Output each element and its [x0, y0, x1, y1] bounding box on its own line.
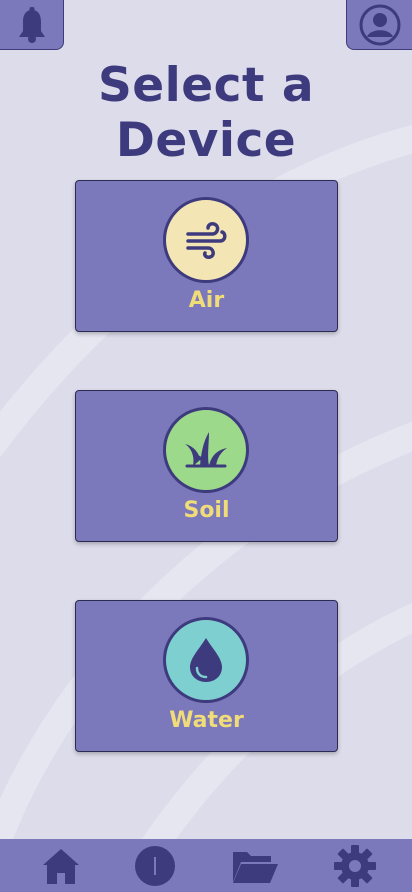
device-label-water: Water — [169, 708, 244, 733]
folder-icon — [233, 852, 278, 883]
nav-files[interactable] — [231, 845, 279, 887]
device-label-soil: Soil — [183, 498, 230, 523]
home-icon — [43, 849, 79, 884]
bottom-navigation — [0, 839, 412, 892]
profile-icon — [359, 4, 400, 45]
water-drop-icon — [190, 638, 222, 682]
nav-home[interactable] — [40, 845, 82, 887]
bell-icon — [18, 6, 45, 43]
profile-button[interactable] — [346, 0, 412, 50]
wind-icon-circle — [163, 197, 249, 283]
notifications-button[interactable] — [0, 0, 64, 50]
device-card-water[interactable]: Water — [75, 600, 338, 752]
grass-icon — [185, 432, 227, 468]
device-card-soil[interactable]: Soil — [75, 390, 338, 542]
nav-settings[interactable] — [332, 845, 378, 887]
info-icon — [135, 846, 175, 886]
wind-icon — [186, 222, 227, 259]
grass-icon-circle — [163, 407, 249, 493]
water-drop-icon-circle — [163, 617, 249, 703]
page-title: Select a Device — [97, 58, 315, 168]
device-card-air[interactable]: Air — [75, 180, 338, 332]
gear-icon — [334, 845, 376, 887]
nav-info[interactable] — [133, 845, 177, 887]
device-label-air: Air — [188, 288, 225, 313]
